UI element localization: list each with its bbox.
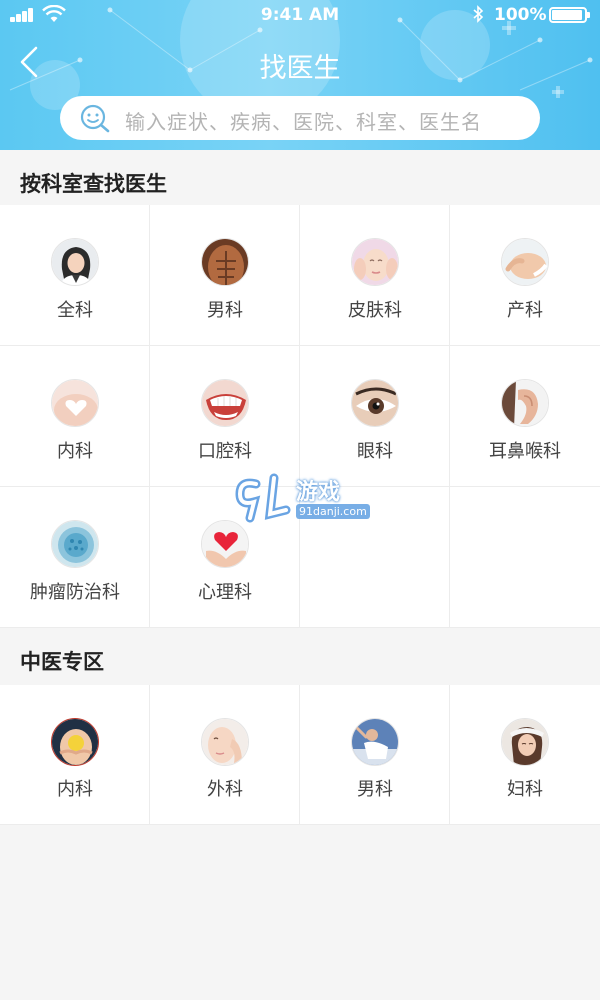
department-label: 肿瘤防治科 (30, 582, 120, 603)
tcm-grid: 内科 外科 男科 妇科 (0, 685, 600, 825)
heart-hands-icon (51, 379, 99, 427)
tcm-label: 外科 (207, 779, 243, 800)
department-label: 内科 (57, 441, 93, 462)
department-oncology[interactable]: 肿瘤防治科 (0, 487, 150, 628)
department-obstetrics[interactable]: 产科 (450, 205, 600, 346)
bluetooth-icon (473, 5, 484, 23)
department-dermatology[interactable]: 皮肤科 (300, 205, 450, 346)
department-ent[interactable]: 耳鼻喉科 (450, 346, 600, 487)
search-input[interactable]: 输入症状、疾病、医院、科室、医生名 (60, 96, 540, 140)
department-label: 口腔科 (198, 441, 252, 462)
page-title: 找医生 (259, 53, 341, 84)
header: 9:41 AM 100% 找医生 输入症状、疾病、医院、科室、医生名 (0, 0, 600, 150)
eye-icon (351, 379, 399, 427)
watermark-url: 91danji.com (296, 504, 370, 519)
stomach-icon (51, 718, 99, 766)
cell-icon (51, 520, 99, 568)
pregnant-belly-icon (501, 238, 549, 286)
watermark-logo: 游戏 91danji.com (230, 470, 370, 526)
heart-in-hands-icon (201, 520, 249, 568)
department-stomatology[interactable]: 口腔科 (150, 346, 300, 487)
tcm-label: 男科 (357, 779, 393, 800)
page: 9:41 AM 100% 找医生 输入症状、疾病、医院、科室、医生名 按科室查找… (0, 0, 600, 1000)
doctor-portrait-icon (51, 238, 99, 286)
face-hand-icon (201, 718, 249, 766)
department-label: 耳鼻喉科 (489, 441, 561, 462)
department-label: 眼科 (357, 441, 393, 462)
department-label: 男科 (207, 300, 243, 321)
tcm-gynecology[interactable]: 妇科 (450, 685, 600, 825)
face-skin-icon (351, 238, 399, 286)
department-ophthalmology[interactable]: 眼科 (300, 346, 450, 487)
tcm-andrology[interactable]: 男科 (300, 685, 450, 825)
status-bar: 9:41 AM 100% (0, 0, 600, 30)
departments-grid: 全科 男科 皮肤科 产科 内科 口腔科 眼科 耳鼻喉科 肿瘤防治科 心理科 (0, 205, 600, 628)
back-button[interactable] (12, 42, 48, 82)
department-label: 心理科 (198, 582, 252, 603)
nav-bar: 找医生 (0, 30, 600, 92)
department-andrology[interactable]: 男科 (150, 205, 300, 346)
tcm-label: 妇科 (507, 779, 543, 800)
department-internal-medicine[interactable]: 内科 (0, 346, 150, 487)
woman-headache-icon (501, 718, 549, 766)
department-label: 产科 (507, 300, 543, 321)
man-stretch-icon (351, 718, 399, 766)
departments-section-title: 按科室查找医生 (20, 172, 167, 196)
search-icon (80, 104, 110, 133)
empty-cell (450, 487, 600, 628)
department-general[interactable]: 全科 (0, 205, 150, 346)
teeth-icon (201, 379, 249, 427)
ear-icon (501, 379, 549, 427)
tcm-surgery[interactable]: 外科 (150, 685, 300, 825)
tcm-section-title: 中医专区 (20, 650, 104, 674)
battery-percent: 100% (494, 5, 547, 25)
department-label: 全科 (57, 300, 93, 321)
department-label: 皮肤科 (348, 300, 402, 321)
male-torso-icon (201, 238, 249, 286)
tcm-internal-medicine[interactable]: 内科 (0, 685, 150, 825)
watermark-name: 游戏 (296, 480, 341, 505)
tcm-label: 内科 (57, 779, 93, 800)
search-placeholder: 输入症状、疾病、医院、科室、医生名 (125, 110, 482, 134)
battery-icon (549, 7, 590, 23)
